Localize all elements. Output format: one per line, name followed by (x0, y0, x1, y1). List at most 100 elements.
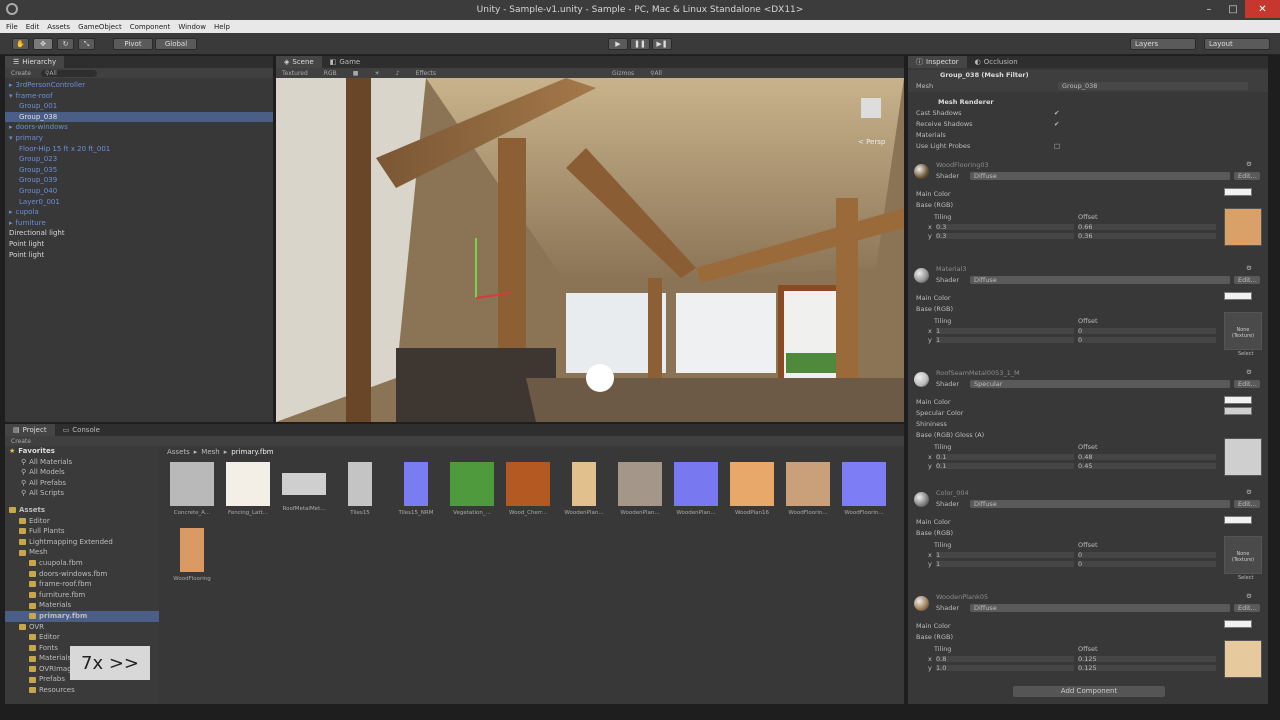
pause-button[interactable]: ❚❚ (630, 38, 650, 50)
hierarchy-item[interactable]: ▾ frame-roof (5, 91, 273, 102)
hierarchy-item[interactable]: Layer0_001 (5, 197, 273, 208)
shader-dropdown[interactable]: Specular (970, 380, 1230, 388)
hierarchy-item[interactable]: Floor-Hip 15 ft x 20 ft_001 (5, 144, 273, 155)
folder-item[interactable]: frame-roof.fbm (5, 579, 159, 590)
settings-gear-icon[interactable]: ⚙ (1246, 488, 1252, 496)
renderer-checkbox[interactable]: ✔ (1054, 109, 1059, 117)
create-dropdown[interactable]: Create (11, 70, 31, 77)
texture-slot[interactable] (1224, 438, 1262, 476)
texture-slot[interactable]: None (Texture) (1224, 312, 1262, 350)
render-mode-dropdown[interactable]: RGB (324, 70, 337, 77)
specular-color-swatch[interactable] (1224, 407, 1252, 415)
close-button[interactable]: ✕ (1245, 0, 1280, 18)
add-component-button[interactable]: Add Component (1013, 686, 1165, 697)
offset-field[interactable] (1078, 224, 1216, 230)
maximize-button[interactable]: □ (1221, 0, 1245, 18)
folder-item[interactable]: Resources (5, 685, 159, 696)
tab-game[interactable]: ◧ Game (322, 56, 368, 68)
shader-dropdown[interactable]: Diffuse (970, 172, 1230, 180)
folder-item[interactable]: primary.fbm (5, 610, 159, 622)
menu-edit[interactable]: Edit (26, 23, 40, 31)
asset-item[interactable]: Wood_Cherr... (503, 462, 553, 516)
shader-dropdown[interactable]: Diffuse (970, 500, 1230, 508)
texture-slot[interactable] (1224, 208, 1262, 246)
hierarchy-item[interactable]: Group_040 (5, 186, 273, 197)
folder-item[interactable]: furniture.fbm (5, 590, 159, 601)
hierarchy-search[interactable]: ⚲All (40, 69, 97, 77)
edit-button[interactable]: Edit... (1234, 172, 1260, 180)
asset-item[interactable]: Tiles15_NRM (391, 462, 441, 516)
menu-file[interactable]: File (6, 23, 18, 31)
asset-item[interactable]: WoodPlan16 (727, 462, 777, 516)
hierarchy-item[interactable]: Directional light (5, 228, 273, 239)
layers-dropdown[interactable]: Layers (1130, 38, 1196, 50)
tree-arrow-icon[interactable]: ▾ (9, 134, 13, 142)
tiling-field[interactable] (936, 224, 1074, 230)
menu-component[interactable]: Component (130, 23, 171, 31)
asset-item[interactable]: WoodenPlan... (615, 462, 665, 516)
favorite-item[interactable]: ⚲ All Models (5, 467, 159, 478)
project-create-dropdown[interactable]: Create (11, 438, 31, 445)
tiling-field[interactable] (936, 561, 1074, 567)
tiling-field[interactable] (936, 328, 1074, 334)
favorite-item[interactable]: ⚲ All Prefabs (5, 478, 159, 489)
hierarchy-item[interactable]: Group_001 (5, 101, 273, 112)
mesh-field[interactable]: Group_038 (1058, 82, 1248, 90)
step-button[interactable]: ▶❚ (652, 38, 672, 50)
folder-item[interactable]: Editor (5, 632, 159, 643)
favorite-item[interactable]: ⚲ All Materials (5, 457, 159, 468)
hierarchy-item[interactable]: ▸ doors-windows (5, 122, 273, 133)
audio-toggle-icon[interactable]: ♪ (396, 70, 400, 77)
tab-hierarchy[interactable]: ☰ Hierarchy (5, 56, 65, 68)
asset-item[interactable]: WoodFloorin... (839, 462, 889, 516)
hand-tool-button[interactable]: ✋ (12, 38, 29, 50)
main-color-swatch[interactable] (1224, 396, 1252, 404)
offset-field[interactable] (1078, 337, 1216, 343)
light-bulb-gizmo-icon[interactable] (586, 364, 614, 392)
play-button[interactable]: ▶ (608, 38, 628, 50)
pivot-toggle[interactable]: Pivot (113, 38, 153, 50)
renderer-checkbox[interactable]: ✔ (1054, 120, 1059, 128)
settings-gear-icon[interactable]: ⚙ (1246, 160, 1252, 168)
hierarchy-item[interactable]: Group_035 (5, 165, 273, 176)
folder-item[interactable]: Editor (5, 516, 159, 527)
folder-item[interactable]: doors-windows.fbm (5, 569, 159, 580)
menu-assets[interactable]: Assets (47, 23, 70, 31)
minimize-button[interactable]: – (1197, 0, 1221, 18)
tab-scene[interactable]: ◈ Scene (276, 56, 322, 68)
tree-arrow-icon[interactable]: ▸ (9, 123, 13, 131)
folder-item[interactable]: Assets (5, 505, 159, 516)
shader-dropdown[interactable]: Diffuse (970, 604, 1230, 612)
move-tool-button[interactable]: ✥ (33, 38, 53, 50)
edit-button[interactable]: Edit... (1234, 276, 1260, 284)
folder-item[interactable]: OVR (5, 622, 159, 633)
offset-field[interactable] (1078, 552, 1216, 558)
settings-gear-icon[interactable]: ⚙ (1246, 592, 1252, 600)
orientation-gizmo-icon[interactable] (861, 98, 881, 118)
shader-dropdown[interactable]: Diffuse (970, 276, 1230, 284)
asset-item[interactable]: Concrete_A... (167, 462, 217, 516)
asset-item[interactable]: Tiles15 (335, 462, 385, 516)
offset-field[interactable] (1078, 463, 1216, 469)
tree-arrow-icon[interactable]: ▸ (9, 219, 13, 227)
hierarchy-item[interactable]: ▾ primary (5, 133, 273, 144)
asset-item[interactable]: WoodFloorin... (783, 462, 833, 516)
tiling-field[interactable] (936, 233, 1074, 239)
favorite-item[interactable]: ⚲ All Scripts (5, 488, 159, 499)
tiling-field[interactable] (936, 552, 1074, 558)
rotate-tool-button[interactable]: ↻ (57, 38, 74, 50)
edit-button[interactable]: Edit... (1234, 380, 1260, 388)
scene-search[interactable]: ⚲All (650, 70, 662, 77)
hierarchy-item[interactable]: ▸ cupola (5, 207, 273, 218)
folder-item[interactable]: Mesh (5, 547, 159, 558)
scale-tool-button[interactable]: ⤡ (78, 38, 95, 50)
folder-item[interactable]: Materials (5, 600, 159, 611)
folder-item[interactable]: Full Plants (5, 526, 159, 537)
tiling-field[interactable] (936, 454, 1074, 460)
global-toggle[interactable]: Global (155, 38, 197, 50)
breadcrumb-primary[interactable]: primary.fbm (231, 448, 273, 456)
asset-item[interactable]: Fencing_Latt... (223, 462, 273, 516)
gizmos-dropdown[interactable]: Gizmos (612, 70, 634, 77)
effects-dropdown[interactable]: Effects (416, 70, 436, 77)
main-color-swatch[interactable] (1224, 516, 1252, 524)
